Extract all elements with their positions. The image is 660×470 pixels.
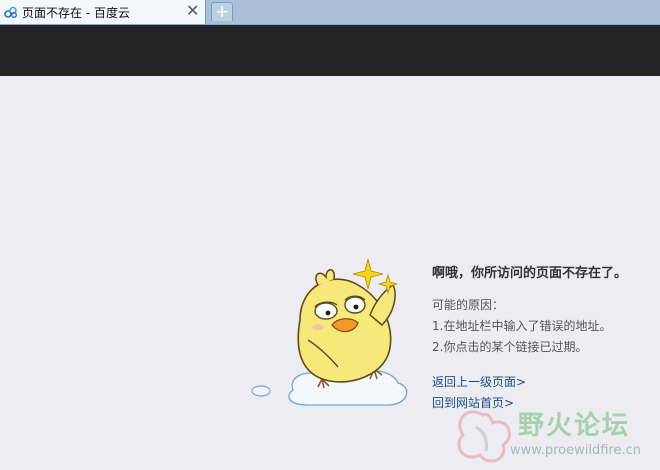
watermark-url: www.proewildfire.cn	[510, 443, 641, 458]
tab-close-icon[interactable]: ✕	[186, 2, 199, 20]
tab-active[interactable]: 页面不存在 - 百度云 ✕	[0, 0, 206, 24]
reason-item: 2.你点击的某个链接已过期。	[432, 340, 588, 354]
baidu-cloud-icon	[4, 6, 17, 18]
reasons-title: 可能的原因：	[432, 298, 505, 312]
tab-strip: 页面不存在 - 百度云 ✕ +	[0, 0, 660, 25]
tab-title: 页面不存在 - 百度云	[22, 6, 130, 20]
flower-logo-icon	[457, 410, 511, 463]
new-tab-button[interactable]: +	[211, 2, 233, 21]
reason-item: 1.在地址栏中输入了错误的地址。	[432, 319, 612, 333]
site-header	[0, 25, 660, 76]
back-link[interactable]: 返回上一级页面>	[432, 372, 660, 393]
error-headline: 啊哦，你所访问的页面不存在了。	[432, 266, 628, 281]
forum-watermark: 野火论坛 www.proewildfire.cn	[448, 405, 660, 470]
watermark-text: 野火论坛	[518, 411, 631, 441]
chick-mascot-illustration	[251, 258, 408, 406]
error-message: 啊哦，你所访问的页面不存在了。 可能的原因： 1.在地址栏中输入了错误的地址。 …	[432, 262, 660, 414]
